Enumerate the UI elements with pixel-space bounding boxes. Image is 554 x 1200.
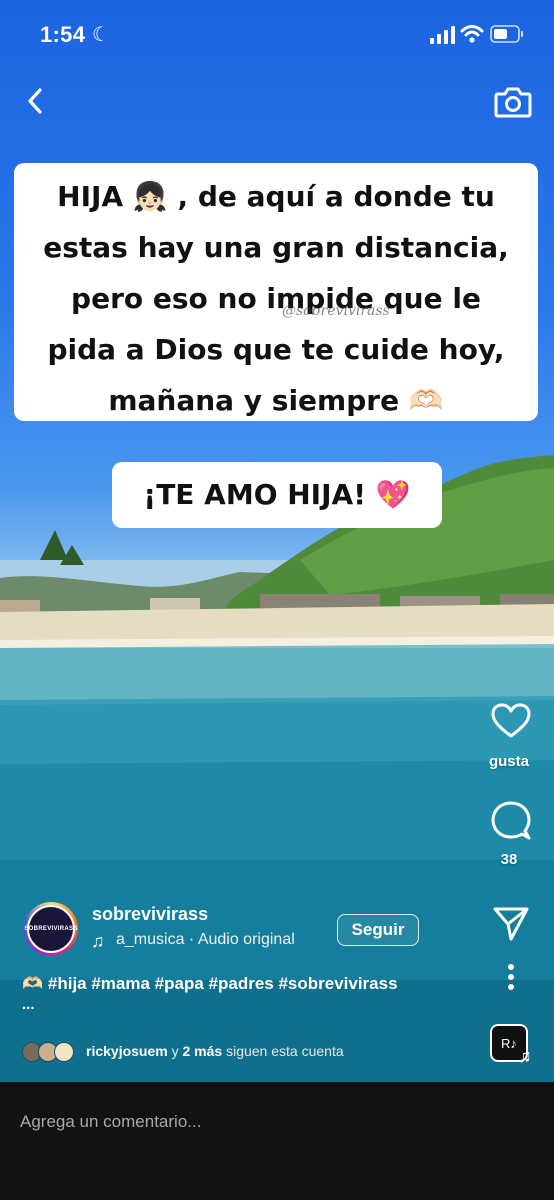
avatar-label: SOBREVIVIRASS xyxy=(24,926,78,932)
avatar[interactable]: SOBREVIVIRASS xyxy=(24,902,78,956)
overlay-caption-line: HIJA 👧🏻 , de aquí a donde tu xyxy=(57,180,495,213)
music-icon: ♫ xyxy=(91,931,105,951)
camera-icon[interactable] xyxy=(494,84,532,120)
username[interactable]: sobrevivirass xyxy=(92,904,208,925)
comment-icon xyxy=(491,801,531,840)
watermark: @sobrevivirass xyxy=(282,303,390,319)
overlay-caption-box: HIJA 👧🏻 , de aquí a donde tu estas hay u… xyxy=(14,163,538,421)
post-caption[interactable]: 🫶🏻 #hija #mama #papa #padres #sobrevivir… xyxy=(22,974,398,994)
reel-screen: 1:54 ☾ HIJA 👧🏻 , de aquí a donde tu esta… xyxy=(0,0,554,1200)
comment-count: 38 xyxy=(500,851,518,868)
overlay-banner: ¡TE AMO HIJA! 💖 xyxy=(112,462,442,528)
like-label: gusta xyxy=(488,753,529,770)
moon-icon: ☾ xyxy=(92,24,110,46)
followers-suffix: siguen esta cuenta xyxy=(222,1043,344,1059)
overlay-caption-line: mañana y siempre 🫶🏻 xyxy=(108,384,444,417)
send-icon xyxy=(493,907,529,941)
audio-label[interactable]: a_musica · Audio original xyxy=(116,931,295,949)
signal-icon xyxy=(430,26,455,44)
followers-more: 2 más xyxy=(182,1043,223,1059)
music-note-icon: ♫ xyxy=(518,1046,532,1066)
followers-text[interactable]: rickyjosuem y 2 más siguen esta cuenta xyxy=(86,1043,344,1059)
status-bar: 1:54 ☾ xyxy=(0,0,554,70)
follow-button[interactable]: Seguir xyxy=(337,914,419,946)
more-icon xyxy=(508,964,514,990)
heart-icon xyxy=(491,703,531,738)
followers-and: y xyxy=(167,1043,183,1059)
caption-more[interactable]: ... xyxy=(22,996,35,1013)
like-button[interactable] xyxy=(490,700,532,742)
overlay-caption-line: estas hay una gran distancia, xyxy=(43,231,509,264)
status-time: 1:54 xyxy=(40,22,86,47)
more-button[interactable] xyxy=(496,962,526,992)
share-button[interactable] xyxy=(490,902,532,944)
chevron-left-icon[interactable] xyxy=(20,84,54,118)
comment-input[interactable]: Agrega un comentario... xyxy=(20,1112,201,1132)
wifi-icon xyxy=(460,25,484,43)
follower-avatar xyxy=(54,1042,74,1062)
battery-icon xyxy=(490,25,523,43)
overlay-caption-line: pida a Dios que te cuide hoy, xyxy=(47,333,505,366)
comment-button[interactable] xyxy=(490,800,532,842)
comment-bar xyxy=(0,1082,554,1200)
follower-name: rickyjosuem xyxy=(86,1043,168,1059)
overlay-caption-line: pero eso no impide que le xyxy=(71,282,481,315)
